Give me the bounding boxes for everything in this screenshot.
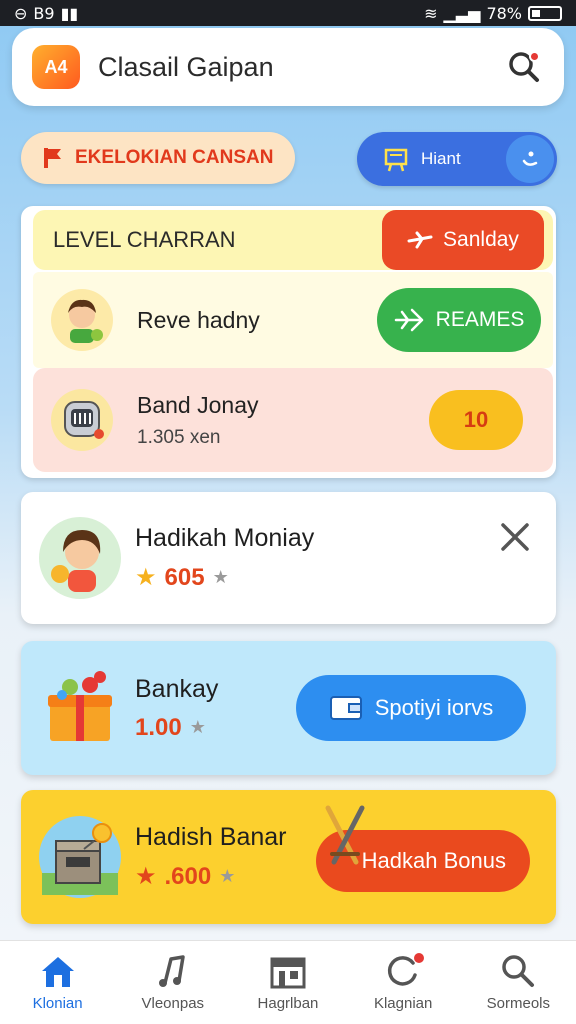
nav-item-label: Klagnian <box>373 995 433 1012</box>
avatar <box>39 816 121 898</box>
flag-icon <box>44 148 61 168</box>
app-header: A4 Clasail Gaipan <box>12 28 564 106</box>
app-logo[interactable]: A4 <box>32 45 80 89</box>
status-left-text: B9 <box>33 3 55 23</box>
nav-item-refresh[interactable]: Klagnian <box>348 953 458 1012</box>
level-group-card: LEVEL CHARRAN Sanlday Reve hadny REAMES <box>21 206 556 478</box>
list-item-title: Band Jonay <box>137 391 259 418</box>
signal-bars-icon: ▮▮ <box>60 3 79 23</box>
promo-pill-blue[interactable]: Hiant <box>357 132 557 186</box>
status-left: ⊖ B9 ▮▮ <box>14 4 78 23</box>
promo-pill-orange[interactable]: EKELOKIAN CANSAN <box>21 132 295 184</box>
bottom-nav: Klonian Vleonpas Hagrlban Klagnian Sorme… <box>0 940 576 1024</box>
list-item[interactable]: Reve hadny REAMES <box>33 272 553 368</box>
sportify-button-label: Spotiyi iorvs <box>374 695 494 720</box>
sunday-button-label: Sanlday <box>443 228 519 251</box>
star-icon: ★ <box>135 564 157 591</box>
games-button[interactable]: REAMES <box>377 288 541 352</box>
card-title: Hadish Banar <box>135 823 287 851</box>
nav-item-music[interactable]: Vleonpas <box>118 953 228 1012</box>
wifi-icon: ≋ <box>424 3 438 23</box>
avatar <box>51 289 113 351</box>
sunday-button[interactable]: Sanlday <box>382 210 544 270</box>
promo-pill-blue-label: Hiant <box>421 149 461 168</box>
send-icon <box>394 308 423 332</box>
card-title: Bankay <box>135 674 219 703</box>
reward-card[interactable]: Hadikah Moniay ★ 605 ★ <box>21 492 556 624</box>
wallet-icon <box>329 696 362 720</box>
star-outline-icon: ★ <box>219 866 236 886</box>
sportify-button[interactable]: Spotiyi iorvs <box>296 675 526 741</box>
robot-box-icon <box>42 823 118 895</box>
nav-item-label: Hagrlban <box>257 995 319 1012</box>
puzzle-icon <box>522 151 538 166</box>
bonus-button-label: Hadkah Bonus <box>361 848 506 873</box>
card-points: 1.00 ★ <box>135 714 218 742</box>
page-title: Clasail Gaipan <box>98 51 274 82</box>
star-icon: ★ <box>135 863 157 890</box>
battery-percent: 78% <box>486 3 522 23</box>
nav-item-label: Vleonpas <box>141 995 205 1012</box>
status-right: ≋ ▁▃▅ 78% <box>424 4 562 23</box>
reward-card[interactable]: Hadish Banar ★ .600 ★ Hadkah Bonus <box>21 790 556 924</box>
message-icon: ⊖ <box>14 3 28 23</box>
level-label: LEVEL CHARRAN <box>53 227 236 252</box>
robot-avatar-icon <box>64 401 104 439</box>
store-icon <box>270 957 306 989</box>
boy-avatar-icon <box>68 299 103 343</box>
gift-icon <box>48 671 112 741</box>
search-button[interactable] <box>504 47 544 87</box>
status-bar: ⊖ B9 ▮▮ ≋ ▁▃▅ 78% <box>0 0 576 26</box>
music-icon <box>158 955 185 987</box>
app-logo-text: A4 <box>44 56 68 77</box>
avatar <box>39 517 121 599</box>
avatar <box>39 667 121 749</box>
nav-item-search[interactable]: Sormeols <box>463 953 573 1012</box>
sword-icon <box>325 805 365 865</box>
card-title: Hadikah Moniay <box>135 524 315 552</box>
search-icon <box>502 955 535 987</box>
score-button-label: 10 <box>463 407 489 432</box>
avatar <box>51 389 113 451</box>
close-icon[interactable] <box>498 520 532 554</box>
list-item-subtitle: 1.305 xen <box>137 426 221 448</box>
games-button-label: REAMES <box>435 308 525 331</box>
notification-dot <box>529 51 540 62</box>
plane-icon <box>407 231 433 249</box>
nav-item-store[interactable]: Hagrlban <box>233 953 343 1012</box>
star-outline-icon: ★ <box>212 567 229 587</box>
nav-item-label: Sormeols <box>486 995 551 1012</box>
home-icon <box>41 957 74 987</box>
board-icon <box>384 148 408 172</box>
list-item[interactable]: Band Jonay 1.305 xen 10 <box>33 368 553 472</box>
star-outline-icon: ★ <box>189 717 206 737</box>
card-points: ★ 605 ★ <box>135 563 314 592</box>
list-item-title: Reve hadny <box>137 306 260 333</box>
promo-pill-orange-label: EKELOKIAN CANSAN <box>75 147 274 168</box>
puzzle-button[interactable] <box>506 135 554 183</box>
points-value: 1.00 <box>135 713 182 741</box>
cell-signal-icon: ▁▃▅ <box>443 3 481 23</box>
points-value: .600 <box>164 862 212 890</box>
score-button[interactable]: 10 <box>429 390 523 450</box>
bonus-button[interactable]: Hadkah Bonus <box>316 805 530 892</box>
points-value: 605 <box>164 563 205 591</box>
nav-item-label: Klonian <box>32 995 83 1012</box>
battery-icon <box>528 5 562 21</box>
girl-avatar-icon <box>51 530 101 592</box>
card-points: ★ .600 ★ <box>135 862 286 891</box>
reward-card[interactable]: Bankay 1.00 ★ Spotiyi iorvs <box>21 641 556 775</box>
nav-item-home[interactable]: Klonian <box>3 953 113 1012</box>
